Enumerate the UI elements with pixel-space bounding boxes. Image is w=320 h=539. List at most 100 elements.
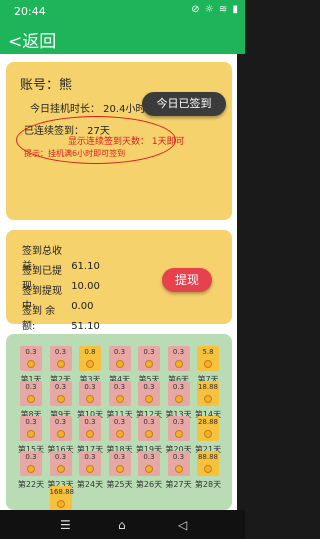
coin-icon — [174, 395, 183, 403]
reward-amount: 0.3 — [113, 383, 126, 391]
wallet-card: 签到总收益: 61.10 签到已提现: 10.00 签到提现中: 0.00 签到… — [6, 230, 232, 332]
reward-amount: 0.3 — [172, 418, 185, 426]
reward-amount: 0.3 — [172, 348, 185, 356]
red-envelope-icon: 0.3 — [167, 451, 190, 476]
day-reward-item[interactable]: 0.3 第25天 — [106, 451, 133, 495]
red-envelope-icon: 0.3 — [49, 346, 72, 371]
red-envelope-icon: 0.3 — [49, 451, 72, 476]
red-envelope-icon: 0.3 — [167, 381, 190, 406]
reward-amount: 0.3 — [143, 383, 155, 391]
reward-amount: 0.8 — [84, 348, 96, 356]
red-envelope-icon: 88.88 — [197, 451, 219, 476]
red-envelope-icon: 0.8 — [79, 346, 101, 371]
signed-today-button[interactable]: 今日已签到 — [142, 92, 226, 116]
reward-amount: 0.3 — [143, 418, 155, 426]
status-time: 20:44 — [14, 5, 46, 18]
day-reward-item[interactable]: 88.88 第28天 — [195, 451, 221, 495]
red-envelope-icon: 0.3 — [167, 416, 190, 441]
reward-amount: 0.3 — [172, 453, 185, 461]
content: 账号：熊 今日挂机时长： 20.4小时 今日已签到 已连续签到： 27天 显示连… — [0, 54, 237, 511]
reward-amount: 28.88 — [197, 418, 219, 426]
day-reward-item[interactable]: 0.3 第26天 — [136, 451, 162, 495]
day-reward-item[interactable]: 0.3 第24天 — [77, 451, 103, 495]
day-label: 第28天 — [194, 480, 222, 489]
coin-icon — [115, 430, 124, 438]
account-label: 账号：熊 — [20, 78, 73, 93]
wallet-row-label: 签到 余额: — [22, 306, 56, 332]
wallet-row-value: 51.10 — [71, 321, 100, 332]
red-envelope-icon: 0.3 — [138, 381, 160, 406]
reward-amount: 0.3 — [54, 348, 67, 356]
red-envelope-icon: 0.3 — [108, 381, 131, 406]
home-icon[interactable]: ⌂ — [118, 518, 126, 532]
coin-icon — [204, 465, 212, 473]
today-hours: 今日挂机时长： 20.4小时 — [30, 104, 146, 115]
red-envelope-icon: 0.3 — [20, 451, 42, 476]
coin-icon — [145, 465, 153, 473]
back-icon[interactable]: ◁ — [178, 518, 187, 532]
menu-icon[interactable]: ☰ — [60, 518, 71, 532]
coin-icon — [56, 360, 65, 368]
red-envelope-icon: 18.88 — [197, 381, 219, 406]
scrollbar[interactable] — [237, 54, 245, 510]
red-envelope-icon: 0.3 — [108, 451, 131, 476]
red-envelope-icon: 0.3 — [138, 451, 160, 476]
red-envelope-icon: 0.3 — [108, 416, 131, 441]
red-envelope-icon: 5.8 — [197, 346, 219, 371]
reward-amount: 0.3 — [25, 348, 37, 356]
app-bar: <返回 — [0, 22, 245, 54]
reward-amount: 0.3 — [25, 453, 37, 461]
coin-icon — [86, 360, 94, 368]
coin-icon — [145, 395, 153, 403]
coin-icon — [56, 395, 65, 403]
coin-icon — [27, 430, 35, 438]
red-envelope-icon: 0.3 — [20, 346, 42, 371]
red-envelope-icon: 0.3 — [79, 381, 101, 406]
reward-amount: 18.88 — [197, 383, 219, 391]
red-envelope-icon: 0.3 — [79, 451, 101, 476]
red-envelope-icon: 0.3 — [138, 346, 160, 371]
reward-amount: 0.3 — [54, 453, 67, 461]
reward-amount: 0.3 — [143, 348, 155, 356]
reward-amount: 0.3 — [113, 453, 126, 461]
reward-amount: 0.3 — [54, 418, 67, 426]
reward-amount: 0.3 — [54, 383, 67, 391]
coin-icon — [115, 360, 124, 368]
coin-icon — [174, 360, 183, 368]
coin-icon — [86, 395, 94, 403]
coin-icon — [86, 465, 94, 473]
coin-icon — [27, 465, 35, 473]
reward-amount: 168.88 — [49, 488, 75, 496]
coin-icon — [56, 430, 65, 438]
reward-amount: 88.88 — [197, 453, 219, 461]
reward-amount: 0.3 — [113, 418, 126, 426]
annotation-tip: 显示连续签到天数： 1天即可 — [68, 137, 185, 147]
coin-icon — [27, 360, 35, 368]
red-envelope-icon: 0.3 — [138, 416, 160, 441]
reward-amount: 0.3 — [84, 453, 96, 461]
wallet-row: 签到 余额: 51.10 — [22, 302, 100, 332]
status-icons: ⊘ ☼ ≋ ▮ — [191, 4, 239, 15]
withdraw-button[interactable]: 提现 — [162, 268, 212, 292]
coin-icon — [86, 430, 94, 438]
red-envelope-icon: 0.3 — [20, 416, 42, 441]
reward-amount: 0.3 — [84, 418, 96, 426]
coin-icon — [145, 360, 153, 368]
red-envelope-icon: 0.3 — [108, 346, 131, 371]
red-envelope-icon: 168.88 — [49, 486, 75, 511]
red-envelope-icon: 0.3 — [79, 416, 101, 441]
day-reward-item[interactable]: 0.3 第27天 — [165, 451, 192, 495]
back-button[interactable]: <返回 — [8, 27, 56, 52]
reward-amount: 0.3 — [25, 383, 37, 391]
coin-icon — [204, 360, 212, 368]
red-envelope-icon: 0.3 — [20, 381, 42, 406]
reward-amount: 0.3 — [113, 348, 126, 356]
reward-amount: 0.3 — [143, 453, 155, 461]
daily-reward-panel: 0.3 第1天 0.3 第2天 0.8 第3天 0.3 第4天 0.3 第5天 0.3 第6天 5.8 第… — [6, 334, 232, 511]
coin-icon — [56, 465, 65, 473]
red-envelope-icon: 28.88 — [197, 416, 219, 441]
coin-icon — [204, 430, 212, 438]
coin-icon — [174, 430, 183, 438]
reward-amount: 0.3 — [172, 383, 185, 391]
coin-icon — [115, 465, 124, 473]
